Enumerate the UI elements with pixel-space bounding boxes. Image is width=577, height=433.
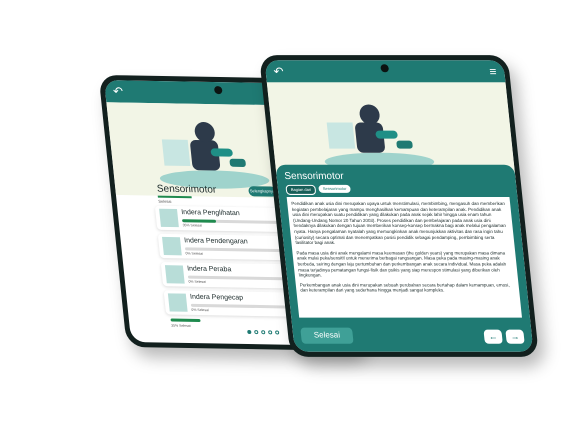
item-name: Indera Pengecap <box>189 293 244 302</box>
breadcrumb: Bagian dari Sensorimotor <box>285 184 351 195</box>
content-paragraph: Pendidikan anak usia dini merupakan upay… <box>291 200 507 246</box>
right-phone-screen: ↶ ≡ Sensorimotor Bagian dari Sensorimoto… <box>264 60 534 352</box>
illustration-toy-car <box>396 140 413 149</box>
breadcrumb-current-chip[interactable]: Sensorimotor <box>318 184 351 193</box>
item-progress-label: 0% Selesai <box>185 251 204 256</box>
arrow-right-icon: → <box>510 331 521 342</box>
content-text-area[interactable]: Pendidikan anak usia dini merupakan upay… <box>286 196 522 318</box>
illustration-block <box>326 122 356 149</box>
item-progress-label: 0% Selesai <box>188 279 207 284</box>
category-title: Sensorimotor <box>156 183 217 196</box>
content-paragraph: Perkembangan anak usia dini merupakan se… <box>299 282 510 293</box>
item-thumbnail <box>167 293 188 312</box>
page-dot[interactable] <box>267 330 273 335</box>
arrow-left-icon: ← <box>488 331 499 342</box>
page-dot[interactable] <box>247 329 252 335</box>
camera-notch <box>213 86 223 95</box>
content-panel: Sensorimotor Bagian dari Sensorimotor Pe… <box>275 164 534 352</box>
illustration-child-head <box>358 104 381 125</box>
breadcrumb-parent-chip[interactable]: Bagian dari <box>285 184 317 195</box>
page-dot[interactable] <box>261 330 266 335</box>
content-paragraph: Pada masa usia dini anak mengalami masa … <box>296 249 507 278</box>
extra-progress-bar <box>170 318 201 323</box>
item-name: Indera Pendengaran <box>183 237 249 246</box>
illustration-child-arm <box>375 130 398 139</box>
arrow-back-icon[interactable]: ↶ <box>273 64 284 78</box>
mockup-stage: ↶ Sensorimotor Selesai Selengkapnya › In… <box>0 0 577 433</box>
item-thumbnail <box>164 265 185 284</box>
item-thumbnail <box>162 236 182 256</box>
illustration-toy-car <box>229 158 247 168</box>
hamburger-menu-icon[interactable]: ≡ <box>489 64 497 78</box>
previous-button[interactable]: ← <box>483 329 503 344</box>
item-progress-label: 0% Selesai <box>191 307 210 313</box>
camera-notch <box>380 64 390 73</box>
item-name: Indera Penglihatan <box>180 209 241 218</box>
page-dot[interactable] <box>254 330 259 335</box>
next-button[interactable]: → <box>505 329 525 344</box>
page-dot[interactable] <box>274 330 280 335</box>
item-progress-fill <box>182 219 216 223</box>
extra-progress-label: 35% Selesai <box>170 323 191 328</box>
content-title: Sensorimotor <box>283 170 345 182</box>
item-progress-label: 35% Selesai <box>182 223 203 228</box>
illustration-block <box>161 139 191 167</box>
arrow-back-icon[interactable]: ↶ <box>112 84 123 98</box>
right-phone: ↶ ≡ Sensorimotor Bagian dari Sensorimoto… <box>259 55 539 357</box>
category-subtitle: Selesai <box>158 198 172 204</box>
page-indicator[interactable] <box>247 329 280 335</box>
finish-button[interactable]: Selesai <box>300 327 354 344</box>
item-thumbnail <box>159 208 179 228</box>
illustration-child-arm <box>210 148 234 157</box>
item-name: Indera Peraba <box>186 265 232 274</box>
